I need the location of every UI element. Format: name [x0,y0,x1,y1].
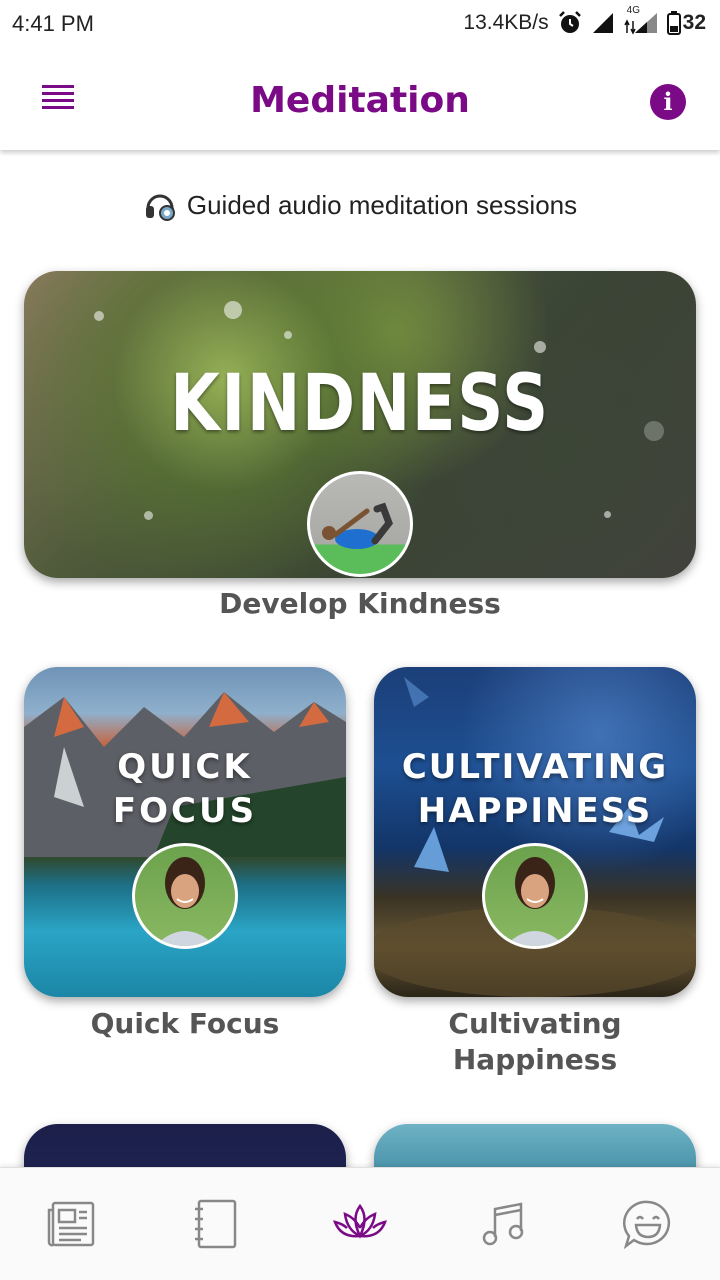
alarm-icon [558,11,581,33]
session-card-kindness[interactable]: KINDNESS [24,271,696,578]
snow-dot [224,301,242,319]
headphones-icon [145,194,175,221]
banner-line: CULTIVATING [401,747,669,787]
nav-item-chat[interactable] [608,1184,688,1264]
signal-icon [592,13,613,33]
session-label-kindness[interactable]: Develop Kindness [0,586,720,622]
snow-dot [644,421,664,441]
banner-line: QUICK [117,747,253,787]
instructor-avatar [132,843,238,949]
newspaper-icon [47,1201,95,1247]
notebook-icon [195,1199,237,1249]
nav-item-journal[interactable] [176,1184,256,1264]
status-time: 4:41 PM [12,11,94,36]
section-subtitle: Guided audio meditation sessions [0,188,720,222]
subtitle-text: Guided audio meditation sessions [186,189,578,220]
battery-icon: 32 [666,11,706,35]
session-label-quick-focus[interactable]: Quick Focus [24,1006,346,1042]
instructor-avatar [307,471,413,577]
status-bar: 4:41 PM 13.4KB/s 4G 32 [0,0,720,50]
info-button[interactable]: i [650,84,686,120]
card-banner: KINDNESS [170,359,550,449]
nav-item-music[interactable] [464,1184,544,1264]
card-banner: CULTIVATING HAPPINESS [374,745,696,833]
session-card-partial[interactable] [24,1124,346,1167]
music-note-icon [482,1202,524,1246]
card-banner: QUICK FOCUS [24,745,346,833]
session-card-cultivating-happiness[interactable]: CULTIVATING HAPPINESS [374,667,696,997]
snow-dot [144,511,153,520]
session-card-partial[interactable] [374,1124,696,1167]
network-speed: 13.4KB/s [463,11,549,34]
lotus-icon [333,1203,387,1239]
page-title: Meditation [250,80,470,121]
bottom-navigation [0,1167,720,1280]
label-line: Cultivating [448,1007,622,1040]
session-card-quick-focus[interactable]: QUICK FOCUS [24,667,346,997]
instructor-avatar [482,843,588,949]
nav-item-news[interactable] [32,1184,112,1264]
session-label-cultivating-happiness[interactable]: Cultivating Happiness [374,1006,696,1078]
banner-line: FOCUS [112,791,258,831]
smiley-chat-icon [622,1200,671,1249]
snow-dot [284,331,292,339]
app-bar: Meditation i [0,50,720,150]
battery-level: 32 [682,11,706,34]
snow-dot [604,511,611,518]
status-indicators: 13.4KB/s 4G 32 [463,5,706,36]
snow-dot [94,311,104,321]
banner-line: HAPPINESS [417,791,653,831]
info-icon: i [663,87,673,116]
snow-dot [534,341,546,353]
sessions-list[interactable]: Guided audio meditation sessions KINDNES… [0,152,720,1167]
label-line: Happiness [452,1043,618,1076]
signal-4g-icon: 4G [623,5,659,35]
nav-item-meditation[interactable] [320,1184,400,1264]
